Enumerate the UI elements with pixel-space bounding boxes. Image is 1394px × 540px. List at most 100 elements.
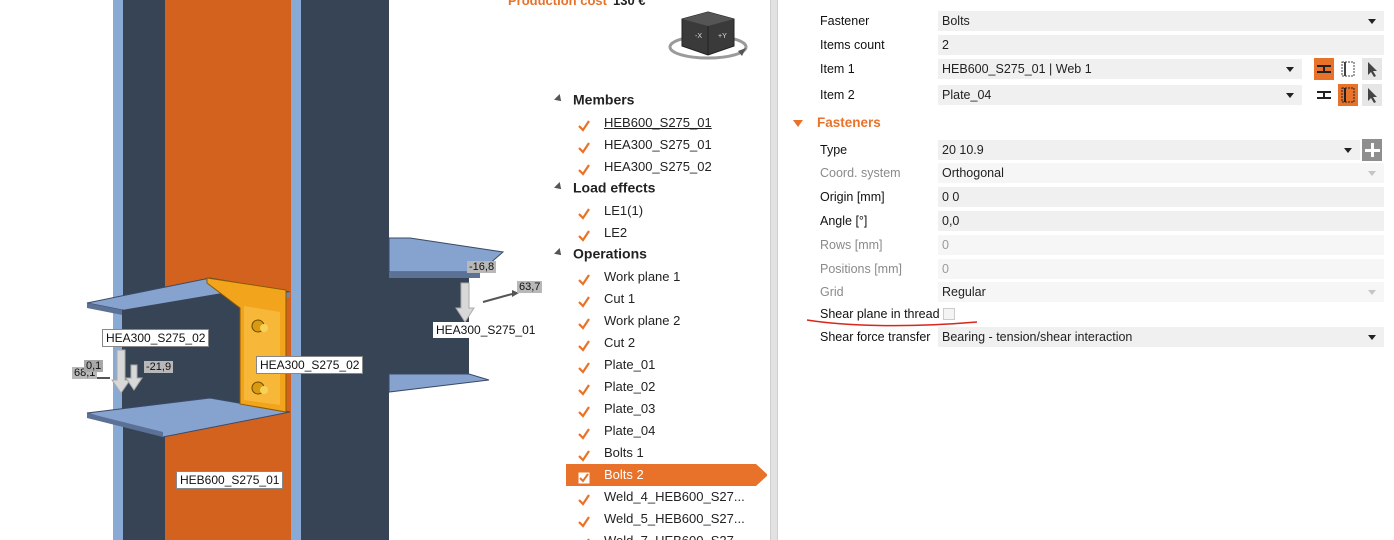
- tree-item-label: Weld_5_HEB600_S27...: [604, 511, 745, 526]
- tree-item-label: Weld_7_HEB600_S27...: [604, 530, 745, 540]
- prop-origin: Origin [mm] 0 0: [790, 186, 1384, 208]
- cursor-pick-icon[interactable]: [1362, 58, 1382, 80]
- pick-flange-icon[interactable]: [1314, 58, 1334, 80]
- tree-item-label: HEA300_S275_01: [604, 137, 712, 152]
- chevron-down-icon: [1286, 93, 1294, 98]
- view-cube[interactable]: -X +Y: [668, 6, 748, 64]
- 3d-viewport[interactable]: HEA300_S275_02 HEA300_S275_02 HEA300_S27…: [0, 0, 560, 540]
- cursor-pick-icon[interactable]: [1362, 84, 1382, 106]
- pick-flange-icon[interactable]: [1314, 84, 1334, 106]
- tree-item[interactable]: Work plane 2: [566, 310, 756, 332]
- tree-item[interactable]: Work plane 1: [566, 266, 756, 288]
- checkbox-checked-icon[interactable]: [578, 337, 590, 352]
- checkbox-checked-icon[interactable]: [578, 293, 590, 308]
- chevron-down-icon: [1368, 19, 1376, 24]
- checkbox-checked-icon[interactable]: [578, 315, 590, 330]
- selected-pointer: [756, 464, 767, 486]
- prop-angle: Angle [°] 0,0: [790, 210, 1384, 232]
- chevron-down-icon: [1368, 171, 1376, 176]
- checkbox-checked-icon[interactable]: [578, 117, 590, 132]
- member-label-hea300-01: HEA300_S275_01: [433, 322, 539, 338]
- tree-item[interactable]: Bolts 2: [566, 464, 767, 486]
- angle-input[interactable]: 0,0: [938, 211, 1384, 231]
- tree-item[interactable]: Plate_03: [566, 398, 756, 420]
- tree-item[interactable]: Cut 2: [566, 332, 756, 354]
- prop-rows: Rows [mm] 0: [790, 234, 1384, 256]
- panel-splitter[interactable]: [770, 0, 778, 540]
- checkbox-checked-icon[interactable]: [578, 447, 590, 462]
- prop-item1: Item 1 HEB600_S275_01 | Web 1: [790, 58, 1384, 80]
- force-value: -16,8: [467, 261, 497, 273]
- prop-positions: Positions [mm] 0: [790, 258, 1384, 280]
- tree-item[interactable]: HEA300_S275_01: [566, 134, 756, 156]
- checkbox-checked-icon[interactable]: [578, 161, 590, 176]
- tree-group-members[interactable]: Members: [552, 90, 634, 112]
- tree-item[interactable]: HEB600_S275_01: [566, 112, 756, 134]
- checkbox-checked-icon[interactable]: [578, 513, 590, 528]
- member-label-hea300-02-center: HEA300_S275_02: [256, 356, 364, 374]
- pick-web-icon[interactable]: [1338, 58, 1358, 80]
- member-label-hea300-02-left: HEA300_S275_02: [102, 329, 210, 347]
- checkbox-checked-icon[interactable]: [578, 271, 590, 286]
- checkbox-checked-icon[interactable]: [578, 403, 590, 418]
- rows-input: 0: [938, 235, 1384, 255]
- checkbox-checked-icon[interactable]: [578, 491, 590, 506]
- tree-item-label: Plate_04: [604, 423, 656, 438]
- tree-group-load-effects[interactable]: Load effects: [552, 178, 655, 200]
- tree-item[interactable]: LE2: [566, 222, 756, 244]
- model-tree[interactable]: Members Load effects Operations HEB600_S…: [552, 88, 767, 540]
- tree-item[interactable]: Plate_04: [566, 420, 756, 442]
- tree-item-label: Bolts 2: [604, 467, 644, 482]
- tree-item-label: Work plane 2: [604, 313, 681, 328]
- checkbox-checked-icon[interactable]: [578, 139, 590, 154]
- item2-select[interactable]: Plate_04: [938, 85, 1302, 105]
- type-select[interactable]: 20 10.9: [938, 140, 1360, 160]
- checkbox-checked-icon[interactable]: [578, 205, 590, 220]
- checkbox-checked-icon[interactable]: [578, 469, 590, 484]
- chevron-down-icon: [1368, 290, 1376, 295]
- fasteners-section-header[interactable]: Fasteners: [790, 115, 881, 130]
- production-cost-value: 130 €: [613, 0, 646, 8]
- fastener-select[interactable]: Bolts: [938, 11, 1384, 31]
- tree-item-label: HEA300_S275_02: [604, 159, 712, 174]
- grid-select: Regular: [938, 282, 1384, 302]
- tree-group-operations[interactable]: Operations: [552, 244, 647, 266]
- tree-item[interactable]: Bolts 1: [566, 442, 756, 464]
- tree-item-label: Plate_02: [604, 379, 656, 394]
- prop-coord-system: Coord. system Orthogonal: [790, 162, 1384, 184]
- chevron-down-icon: [1344, 148, 1352, 153]
- tree-item[interactable]: Weld_5_HEB600_S27...: [566, 508, 756, 530]
- svg-text:+Y: +Y: [718, 33, 727, 40]
- checkbox-checked-icon[interactable]: [578, 535, 590, 540]
- tree-item[interactable]: HEA300_S275_02: [566, 156, 756, 178]
- checkbox-checked-icon[interactable]: [578, 227, 590, 242]
- prop-type: Type 20 10.9: [790, 139, 1384, 161]
- prop-items-count: Items count 2: [790, 34, 1384, 56]
- pick-web-icon[interactable]: [1338, 84, 1358, 106]
- checkbox-checked-icon[interactable]: [578, 381, 590, 396]
- add-icon[interactable]: [1362, 139, 1382, 161]
- tree-item[interactable]: Plate_01: [566, 354, 756, 376]
- tree-item[interactable]: LE1(1): [566, 200, 756, 222]
- tree-item-label: Bolts 1: [604, 445, 644, 460]
- member-label-heb600-01: HEB600_S275_01: [176, 471, 284, 489]
- tree-item-label: Plate_03: [604, 401, 656, 416]
- tree-item-label: Cut 2: [604, 335, 636, 350]
- prop-fastener: Fastener Bolts: [790, 10, 1384, 32]
- shear-force-transfer-select[interactable]: Bearing - tension/shear interaction: [938, 327, 1384, 347]
- tree-item[interactable]: Cut 1: [566, 288, 756, 310]
- origin-input[interactable]: 0 0: [938, 187, 1384, 207]
- tree-item[interactable]: Weld_4_HEB600_S27...: [566, 486, 756, 508]
- tree-item[interactable]: Weld_7_HEB600_S27...: [566, 530, 756, 540]
- prop-shear-force-transfer: Shear force transfer Bearing - tension/s…: [790, 326, 1384, 348]
- positions-input: 0: [938, 259, 1384, 279]
- items-count-input[interactable]: 2: [938, 35, 1384, 55]
- prop-grid: Grid Regular: [790, 281, 1384, 303]
- tree-item[interactable]: Plate_02: [566, 376, 756, 398]
- item1-select[interactable]: HEB600_S275_01 | Web 1: [938, 59, 1302, 79]
- checkbox-checked-icon[interactable]: [578, 425, 590, 440]
- force-value: 63,7: [517, 281, 543, 293]
- production-cost-label: Production cost: [508, 0, 607, 8]
- tree-item-label: Plate_01: [604, 357, 656, 372]
- checkbox-checked-icon[interactable]: [578, 359, 590, 374]
